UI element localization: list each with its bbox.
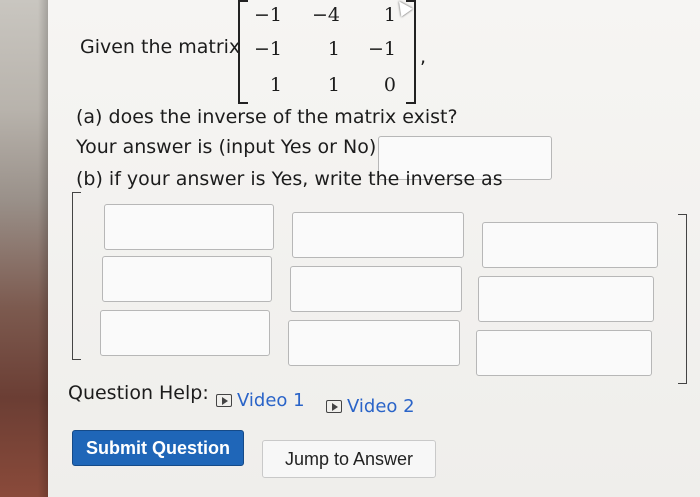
inverse-input-r2c2[interactable] bbox=[290, 266, 462, 312]
matrix-cell: 0 bbox=[383, 74, 396, 96]
video-2-link[interactable]: Video 2 bbox=[326, 396, 415, 417]
background-photo-edge bbox=[0, 0, 48, 497]
inverse-input-r3c2[interactable] bbox=[288, 320, 460, 366]
inverse-input-r1c3[interactable] bbox=[482, 222, 658, 268]
inverse-input-r1c2[interactable] bbox=[292, 212, 464, 258]
matrix-right-bracket bbox=[406, 0, 416, 104]
matrix-cell: 1 bbox=[327, 74, 340, 96]
inverse-left-bracket bbox=[72, 192, 81, 360]
matrix-cell: −1 bbox=[253, 38, 282, 60]
question-help-label: Question Help: bbox=[68, 382, 209, 404]
matrix-cell: −1 bbox=[253, 4, 282, 26]
inverse-right-bracket bbox=[678, 214, 687, 384]
matrix-comma: , bbox=[420, 46, 427, 68]
inverse-input-r2c3[interactable] bbox=[478, 276, 654, 322]
play-video-icon bbox=[326, 400, 342, 413]
submit-question-button[interactable]: Submit Question bbox=[72, 430, 244, 466]
matrix-cell: 1 bbox=[383, 4, 396, 26]
video-1-label: Video 1 bbox=[237, 390, 305, 411]
matrix-cell: 1 bbox=[327, 38, 340, 60]
question-intro: Given the matrix bbox=[80, 36, 241, 58]
matrix-cell: −4 bbox=[311, 4, 340, 26]
matrix-cell: −1 bbox=[367, 38, 396, 60]
inverse-input-r1c1[interactable] bbox=[104, 204, 274, 250]
play-video-icon bbox=[216, 394, 232, 407]
part-a-text: (a) does the inverse of the matrix exist… bbox=[76, 106, 458, 128]
inverse-input-r3c1[interactable] bbox=[100, 310, 270, 356]
given-matrix: −1 −4 1 −1 1 −1 1 1 0 bbox=[238, 0, 416, 104]
inverse-input-r2c1[interactable] bbox=[102, 256, 272, 302]
inverse-input-r3c3[interactable] bbox=[476, 330, 652, 376]
video-1-link[interactable]: Video 1 bbox=[216, 390, 305, 411]
part-b-text: (b) if your answer is Yes, write the inv… bbox=[76, 168, 503, 190]
jump-to-answer-button[interactable]: Jump to Answer bbox=[262, 440, 436, 478]
question-panel: Given the matrix −1 −4 1 −1 1 −1 1 1 0 ,… bbox=[48, 0, 700, 497]
answer-prompt: Your answer is (input Yes or No): bbox=[76, 136, 383, 158]
video-2-label: Video 2 bbox=[347, 396, 415, 417]
matrix-cell: 1 bbox=[269, 74, 282, 96]
